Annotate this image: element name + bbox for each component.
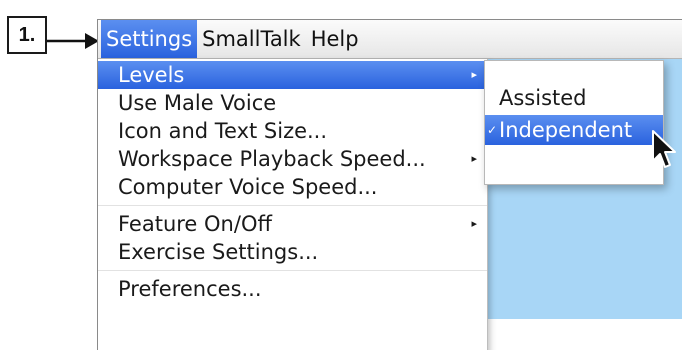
submenu-arrow-icon: ▸ [471,217,477,230]
submenu-arrow-icon: ▸ [471,68,477,81]
submenu-item-independent[interactable]: ✓ Independent [485,115,663,145]
menu-help[interactable]: Help [306,20,364,58]
menu-item-label: Levels [118,63,185,87]
menu-item-feature-on-off[interactable]: Feature On/Off ▸ [98,210,487,238]
submenu-item-label: Assisted [499,86,587,110]
step-number-badge: 1. [7,16,47,54]
submenu-item-assisted[interactable]: Assisted [485,83,663,113]
submenu-item-label: Independent [499,118,633,142]
menu-item-exercise-settings[interactable]: Exercise Settings... [98,238,487,266]
menu-item-workspace-playback-speed[interactable]: Workspace Playback Speed... ▸ [98,145,487,173]
menu-item-levels[interactable]: Levels ▸ [98,61,487,89]
menu-item-label: Icon and Text Size... [118,119,328,143]
mouse-pointer-icon [652,130,676,168]
menu-item-label: Feature On/Off [118,212,272,236]
menu-item-label: Exercise Settings... [118,240,319,264]
menu-smalltalk[interactable]: SmallTalk [197,20,306,58]
menu-item-label: Workspace Playback Speed... [118,147,426,171]
menu-item-label: Preferences... [118,277,262,301]
settings-dropdown: Levels ▸ Use Male Voice Icon and Text Si… [98,59,488,350]
menu-item-label: Computer Voice Speed... [118,175,378,199]
menu-settings[interactable]: Settings [101,20,198,58]
menu-item-preferences[interactable]: Preferences... [98,275,487,303]
menu-item-icon-text-size[interactable]: Icon and Text Size... [98,117,487,145]
menu-bar: Settings SmallTalk Help [98,20,682,59]
menu-item-use-male-voice[interactable]: Use Male Voice [98,89,487,117]
levels-submenu: Assisted ✓ Independent [484,60,664,185]
arrow-right-icon [47,33,99,49]
step-number-label: 1. [18,23,36,46]
submenu-arrow-icon: ▸ [471,152,477,165]
menu-item-label: Use Male Voice [118,91,277,115]
app-window: Settings SmallTalk Help Levels ▸ Use Mal… [97,19,682,350]
menu-separator [98,205,487,206]
menu-separator [98,270,487,271]
menu-item-computer-voice-speed[interactable]: Computer Voice Speed... [98,173,487,201]
checkmark-icon: ✓ [487,123,498,137]
